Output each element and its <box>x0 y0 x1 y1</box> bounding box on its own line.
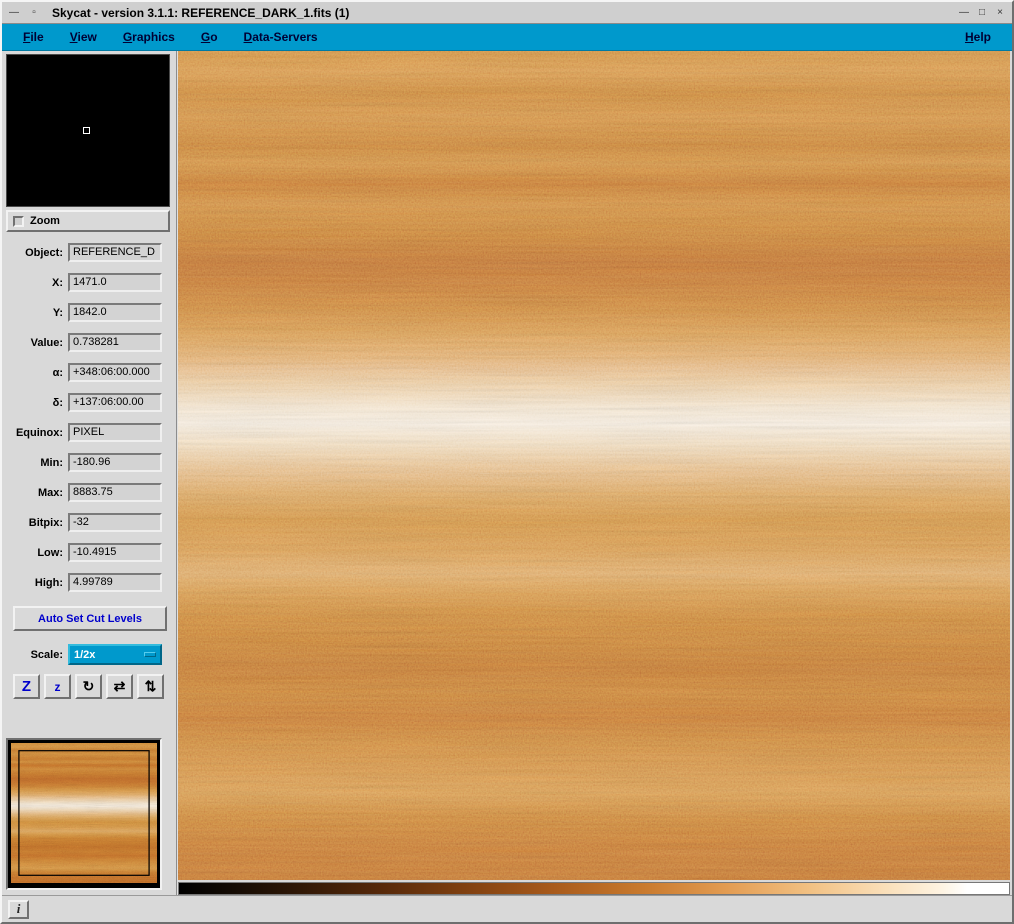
window-menu-icon[interactable]: — <box>6 6 22 20</box>
high-field[interactable]: 4.99789 <box>68 573 162 592</box>
zoom-checkbox-label: Zoom <box>30 215 60 227</box>
control-panel: Zoom Object: REFERENCE_D X: 1471.0 Y: 18… <box>2 51 178 895</box>
low-label: Low: <box>37 546 63 559</box>
scale-label: Scale: <box>30 648 63 661</box>
high-label: High: <box>34 576 63 589</box>
zoom-toggle-row: Zoom <box>6 210 170 232</box>
max-label: Max: <box>37 486 63 499</box>
field-row-min: Min: -180.96 <box>6 453 173 472</box>
field-row-value: Value: 0.738281 <box>6 333 173 352</box>
main-image-canvas[interactable] <box>178 51 1010 880</box>
field-row-max: Max: 8883.75 <box>6 483 173 502</box>
zoom-out-button[interactable]: z <box>44 674 71 699</box>
scale-select[interactable]: 1/2x <box>68 644 162 665</box>
readout-fields: Object: REFERENCE_D X: 1471.0 Y: 1842.0 … <box>6 243 173 603</box>
menu-go[interactable]: Go <box>188 26 231 48</box>
zoom-in-button[interactable]: Z <box>13 674 40 699</box>
field-row-low: Low: -10.4915 <box>6 543 173 562</box>
y-field[interactable]: 1842.0 <box>68 303 162 322</box>
x-field[interactable]: 1471.0 <box>68 273 162 292</box>
menu-help[interactable]: Help <box>952 26 1004 48</box>
min-label: Min: <box>40 456 63 469</box>
menu-view[interactable]: View <box>57 26 110 48</box>
object-label: Object: <box>25 246 63 259</box>
value-field[interactable]: 0.738281 <box>68 333 162 352</box>
option-menu-indicator-icon <box>144 652 156 657</box>
field-row-equinox: Equinox: PIXEL <box>6 423 173 442</box>
bitpix-field[interactable]: -32 <box>68 513 162 532</box>
equinox-label: Equinox: <box>15 426 63 439</box>
main-content: Zoom Object: REFERENCE_D X: 1471.0 Y: 18… <box>2 51 1012 895</box>
ra-label: α: <box>52 366 63 379</box>
bitpix-label: Bitpix: <box>28 516 63 529</box>
close-icon[interactable]: × <box>992 6 1008 20</box>
info-button[interactable]: i <box>8 899 29 919</box>
menu-file[interactable]: File <box>10 26 57 48</box>
titlebar[interactable]: — ▫ Skycat - version 3.1.1: REFERENCE_DA… <box>2 2 1012 24</box>
field-row-object: Object: REFERENCE_D <box>6 243 173 262</box>
field-row-y: Y: 1842.0 <box>6 303 173 322</box>
scale-value: 1/2x <box>74 648 96 661</box>
equinox-field[interactable]: PIXEL <box>68 423 162 442</box>
maximize-icon[interactable]: □ <box>974 6 990 20</box>
pan-image <box>11 743 157 883</box>
window-sticky-icon[interactable]: ▫ <box>26 6 42 20</box>
flip-x-icon[interactable]: ⇄ <box>106 674 133 699</box>
field-row-bitpix: Bitpix: -32 <box>6 513 173 532</box>
auto-set-cut-levels-button[interactable]: Auto Set Cut Levels <box>13 606 167 631</box>
menubar: File View Graphics Go Data-Servers Help <box>2 24 1012 51</box>
dec-label: δ: <box>52 396 63 409</box>
window-title: Skycat - version 3.1.1: REFERENCE_DARK_1… <box>52 5 350 20</box>
flip-y-icon[interactable]: ⇅ <box>137 674 164 699</box>
field-row-dec: δ: +137:06:00.00 <box>6 393 173 412</box>
skycat-window: — ▫ Skycat - version 3.1.1: REFERENCE_DA… <box>0 0 1014 924</box>
statusbar: i <box>2 895 1012 922</box>
scale-row: Scale: 1/2x <box>6 644 173 665</box>
zoom-cursor-marker <box>83 127 90 134</box>
ra-field[interactable]: +348:06:00.000 <box>68 363 162 382</box>
pan-window[interactable] <box>6 738 162 890</box>
min-field[interactable]: -180.96 <box>68 453 162 472</box>
menu-data-servers[interactable]: Data-Servers <box>231 26 331 48</box>
low-field[interactable]: -10.4915 <box>68 543 162 562</box>
max-field[interactable]: 8883.75 <box>68 483 162 502</box>
image-viewport <box>178 51 1012 895</box>
y-label: Y: <box>52 306 63 319</box>
image-toolbar: Z z ↻ ⇄ ⇅ <box>13 674 173 699</box>
zoom-checkbox[interactable] <box>13 215 24 227</box>
value-label: Value: <box>30 336 63 349</box>
field-row-ra: α: +348:06:00.000 <box>6 363 173 382</box>
field-row-x: X: 1471.0 <box>6 273 173 292</box>
object-field[interactable]: REFERENCE_D <box>68 243 162 262</box>
rotate-icon[interactable]: ↻ <box>75 674 102 699</box>
zoom-preview-canvas <box>6 54 170 207</box>
menu-graphics[interactable]: Graphics <box>110 26 188 48</box>
x-label: X: <box>52 276 63 289</box>
colorbar[interactable] <box>178 882 1010 895</box>
fits-image <box>178 51 1010 880</box>
dec-field[interactable]: +137:06:00.00 <box>68 393 162 412</box>
field-row-high: High: 4.99789 <box>6 573 173 592</box>
minimize-icon[interactable]: — <box>956 6 972 20</box>
